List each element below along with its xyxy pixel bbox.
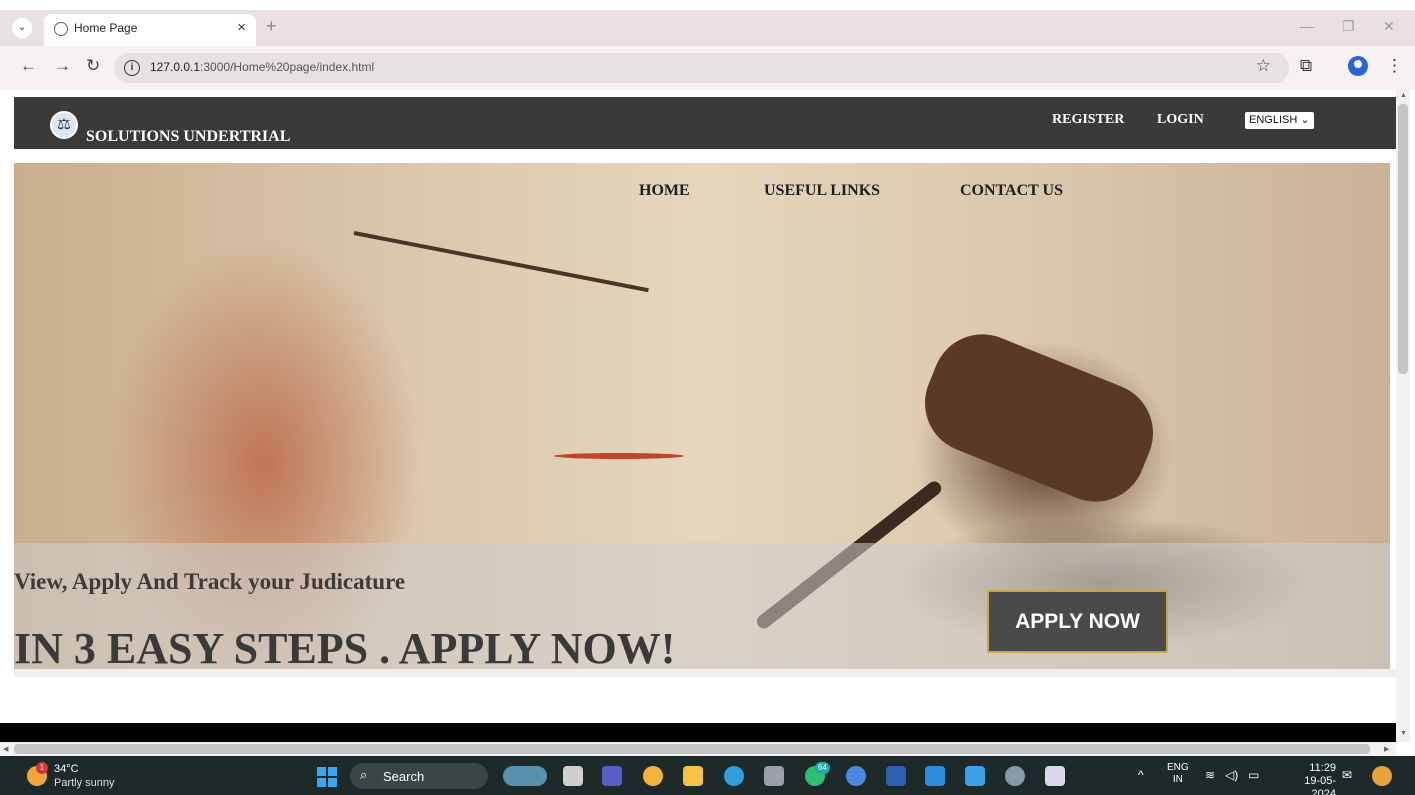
globe-icon bbox=[54, 22, 68, 36]
browser-tab-bar: ⌄ Home Page × + — ❐ ✕ bbox=[0, 10, 1415, 46]
search-icon: ⌕ bbox=[360, 767, 368, 782]
weather-badge: 1 bbox=[36, 762, 48, 774]
scales-logo-icon[interactable]: ⚖ bbox=[50, 111, 78, 139]
nav-home[interactable]: HOME bbox=[639, 182, 690, 200]
apply-now-button[interactable]: APPLY NOW bbox=[987, 590, 1168, 653]
section-divider bbox=[14, 669, 1396, 677]
weather-desc[interactable]: Partly sunny bbox=[54, 777, 115, 789]
scroll-down-icon[interactable]: ▼ bbox=[1400, 730, 1407, 737]
language-value: ENGLISH bbox=[1249, 114, 1298, 126]
horizontal-scrollbar[interactable]: ◀ ▶ bbox=[0, 742, 1396, 756]
site-info-icon[interactable]: i bbox=[124, 60, 140, 76]
url-path: :3000/Home%20page/index.html bbox=[200, 60, 375, 74]
site-header: ⚖ SOLUTIONS UNDERTRIAL REGISTER LOGIN EN… bbox=[14, 97, 1396, 149]
hero-banner: HOME USEFUL LINKS CONTACT US View, Apply… bbox=[14, 163, 1390, 673]
browser-tab[interactable]: Home Page × bbox=[44, 14, 256, 46]
wifi-icon[interactable]: ≋ bbox=[1205, 768, 1215, 782]
hero-tagline: View, Apply And Track your Judicature bbox=[14, 569, 406, 594]
back-icon[interactable]: ← bbox=[20, 56, 37, 76]
task-view-icon[interactable] bbox=[563, 766, 583, 786]
reload-icon[interactable]: ↻ bbox=[86, 56, 100, 76]
file-explorer-icon[interactable] bbox=[683, 766, 703, 786]
tab-title: Home Page bbox=[74, 21, 138, 35]
browser-toolbar: ← → ↻ i 127.0.0.1:3000/Home%20page/index… bbox=[0, 46, 1415, 90]
word-icon[interactable] bbox=[886, 766, 906, 786]
taskbar-search-label: Search bbox=[383, 769, 425, 784]
weather-temp[interactable]: 34°C bbox=[54, 763, 79, 775]
settings-icon[interactable] bbox=[1005, 766, 1025, 786]
battery-icon[interactable]: ▭ bbox=[1248, 768, 1259, 782]
tab-search-icon[interactable]: ⌄ bbox=[12, 18, 32, 38]
horizontal-scroll-thumb[interactable] bbox=[14, 744, 1370, 754]
restore-icon[interactable]: ❐ bbox=[1342, 18, 1355, 35]
minimize-icon[interactable]: — bbox=[1300, 18, 1314, 34]
windows-start-icon[interactable] bbox=[317, 767, 337, 787]
taskbar-search[interactable]: ⌕ Search bbox=[350, 763, 488, 789]
scale-beam-graphic bbox=[353, 231, 649, 293]
volume-icon[interactable]: ◁) bbox=[1225, 768, 1238, 782]
edge-icon[interactable] bbox=[724, 766, 744, 786]
widgets-app-icon[interactable] bbox=[503, 766, 547, 786]
window-close-icon[interactable]: ✕ bbox=[1383, 18, 1395, 35]
notepad-icon[interactable] bbox=[965, 766, 985, 786]
chevron-down-icon: ⌄ bbox=[1300, 114, 1310, 126]
notification-icon[interactable]: ✉ bbox=[1342, 768, 1352, 782]
hero-headline: IN 3 EASY STEPS . APPLY NOW! bbox=[14, 624, 676, 673]
vertical-scroll-thumb[interactable] bbox=[1398, 104, 1408, 374]
chrome-alt-icon[interactable] bbox=[846, 766, 866, 786]
language-select[interactable]: ENGLISH ⌄ bbox=[1245, 112, 1314, 129]
system-clock[interactable]: 11:29 19-05-2024 bbox=[1280, 762, 1336, 795]
input-language-bottom: IN bbox=[1172, 774, 1183, 785]
chrome-icon[interactable] bbox=[643, 766, 663, 786]
snipping-tool-icon[interactable] bbox=[1045, 766, 1065, 786]
input-language[interactable]: ENG IN bbox=[1167, 762, 1189, 786]
clock-date: 19-05-2024 bbox=[1304, 775, 1336, 795]
close-icon[interactable]: × bbox=[237, 19, 246, 36]
footer-bar bbox=[0, 723, 1396, 742]
brand-name[interactable]: SOLUTIONS UNDERTRIAL bbox=[86, 128, 290, 146]
app-badge: 64 bbox=[815, 762, 830, 774]
app-icon[interactable] bbox=[764, 766, 784, 786]
menu-icon[interactable]: ⋮ bbox=[1386, 56, 1403, 76]
url-host: 127.0.0.1 bbox=[150, 60, 201, 74]
vscode-icon[interactable] bbox=[925, 766, 945, 786]
plus-icon[interactable]: + bbox=[266, 16, 277, 37]
scroll-right-icon[interactable]: ▶ bbox=[1384, 745, 1389, 753]
page-viewport: ⚖ SOLUTIONS UNDERTRIAL REGISTER LOGIN EN… bbox=[0, 90, 1396, 742]
gavel-graphic bbox=[909, 319, 1169, 517]
url-text[interactable]: 127.0.0.1:3000/Home%20page/index.html bbox=[150, 60, 374, 74]
input-language-top: ENG bbox=[1167, 762, 1189, 773]
teams-icon[interactable] bbox=[602, 766, 622, 786]
profile-icon[interactable] bbox=[1348, 56, 1368, 76]
vertical-scrollbar[interactable]: ▲ ▼ bbox=[1396, 90, 1410, 742]
address-bar[interactable]: i 127.0.0.1:3000/Home%20page/index.html … bbox=[114, 53, 1289, 83]
os-taskbar: 1 34°C Partly sunny ⌕ Search 64 ^ ENG IN … bbox=[0, 756, 1415, 795]
scale-pan-graphic bbox=[554, 453, 684, 459]
extensions-icon[interactable]: ⧉ bbox=[1300, 56, 1312, 76]
nav-useful-links[interactable]: USEFUL LINKS bbox=[764, 182, 880, 200]
copilot-icon[interactable] bbox=[1372, 766, 1392, 786]
login-link[interactable]: LOGIN bbox=[1157, 112, 1204, 128]
register-link[interactable]: REGISTER bbox=[1052, 112, 1124, 128]
scroll-left-icon[interactable]: ◀ bbox=[3, 745, 8, 753]
forward-icon[interactable]: → bbox=[54, 56, 71, 76]
clock-time: 11:29 bbox=[1309, 762, 1336, 774]
star-icon[interactable]: ☆ bbox=[1256, 56, 1271, 76]
scroll-up-icon[interactable]: ▲ bbox=[1400, 92, 1407, 99]
nav-contact-us[interactable]: CONTACT US bbox=[960, 182, 1063, 200]
tray-chevron-icon[interactable]: ^ bbox=[1138, 768, 1144, 782]
